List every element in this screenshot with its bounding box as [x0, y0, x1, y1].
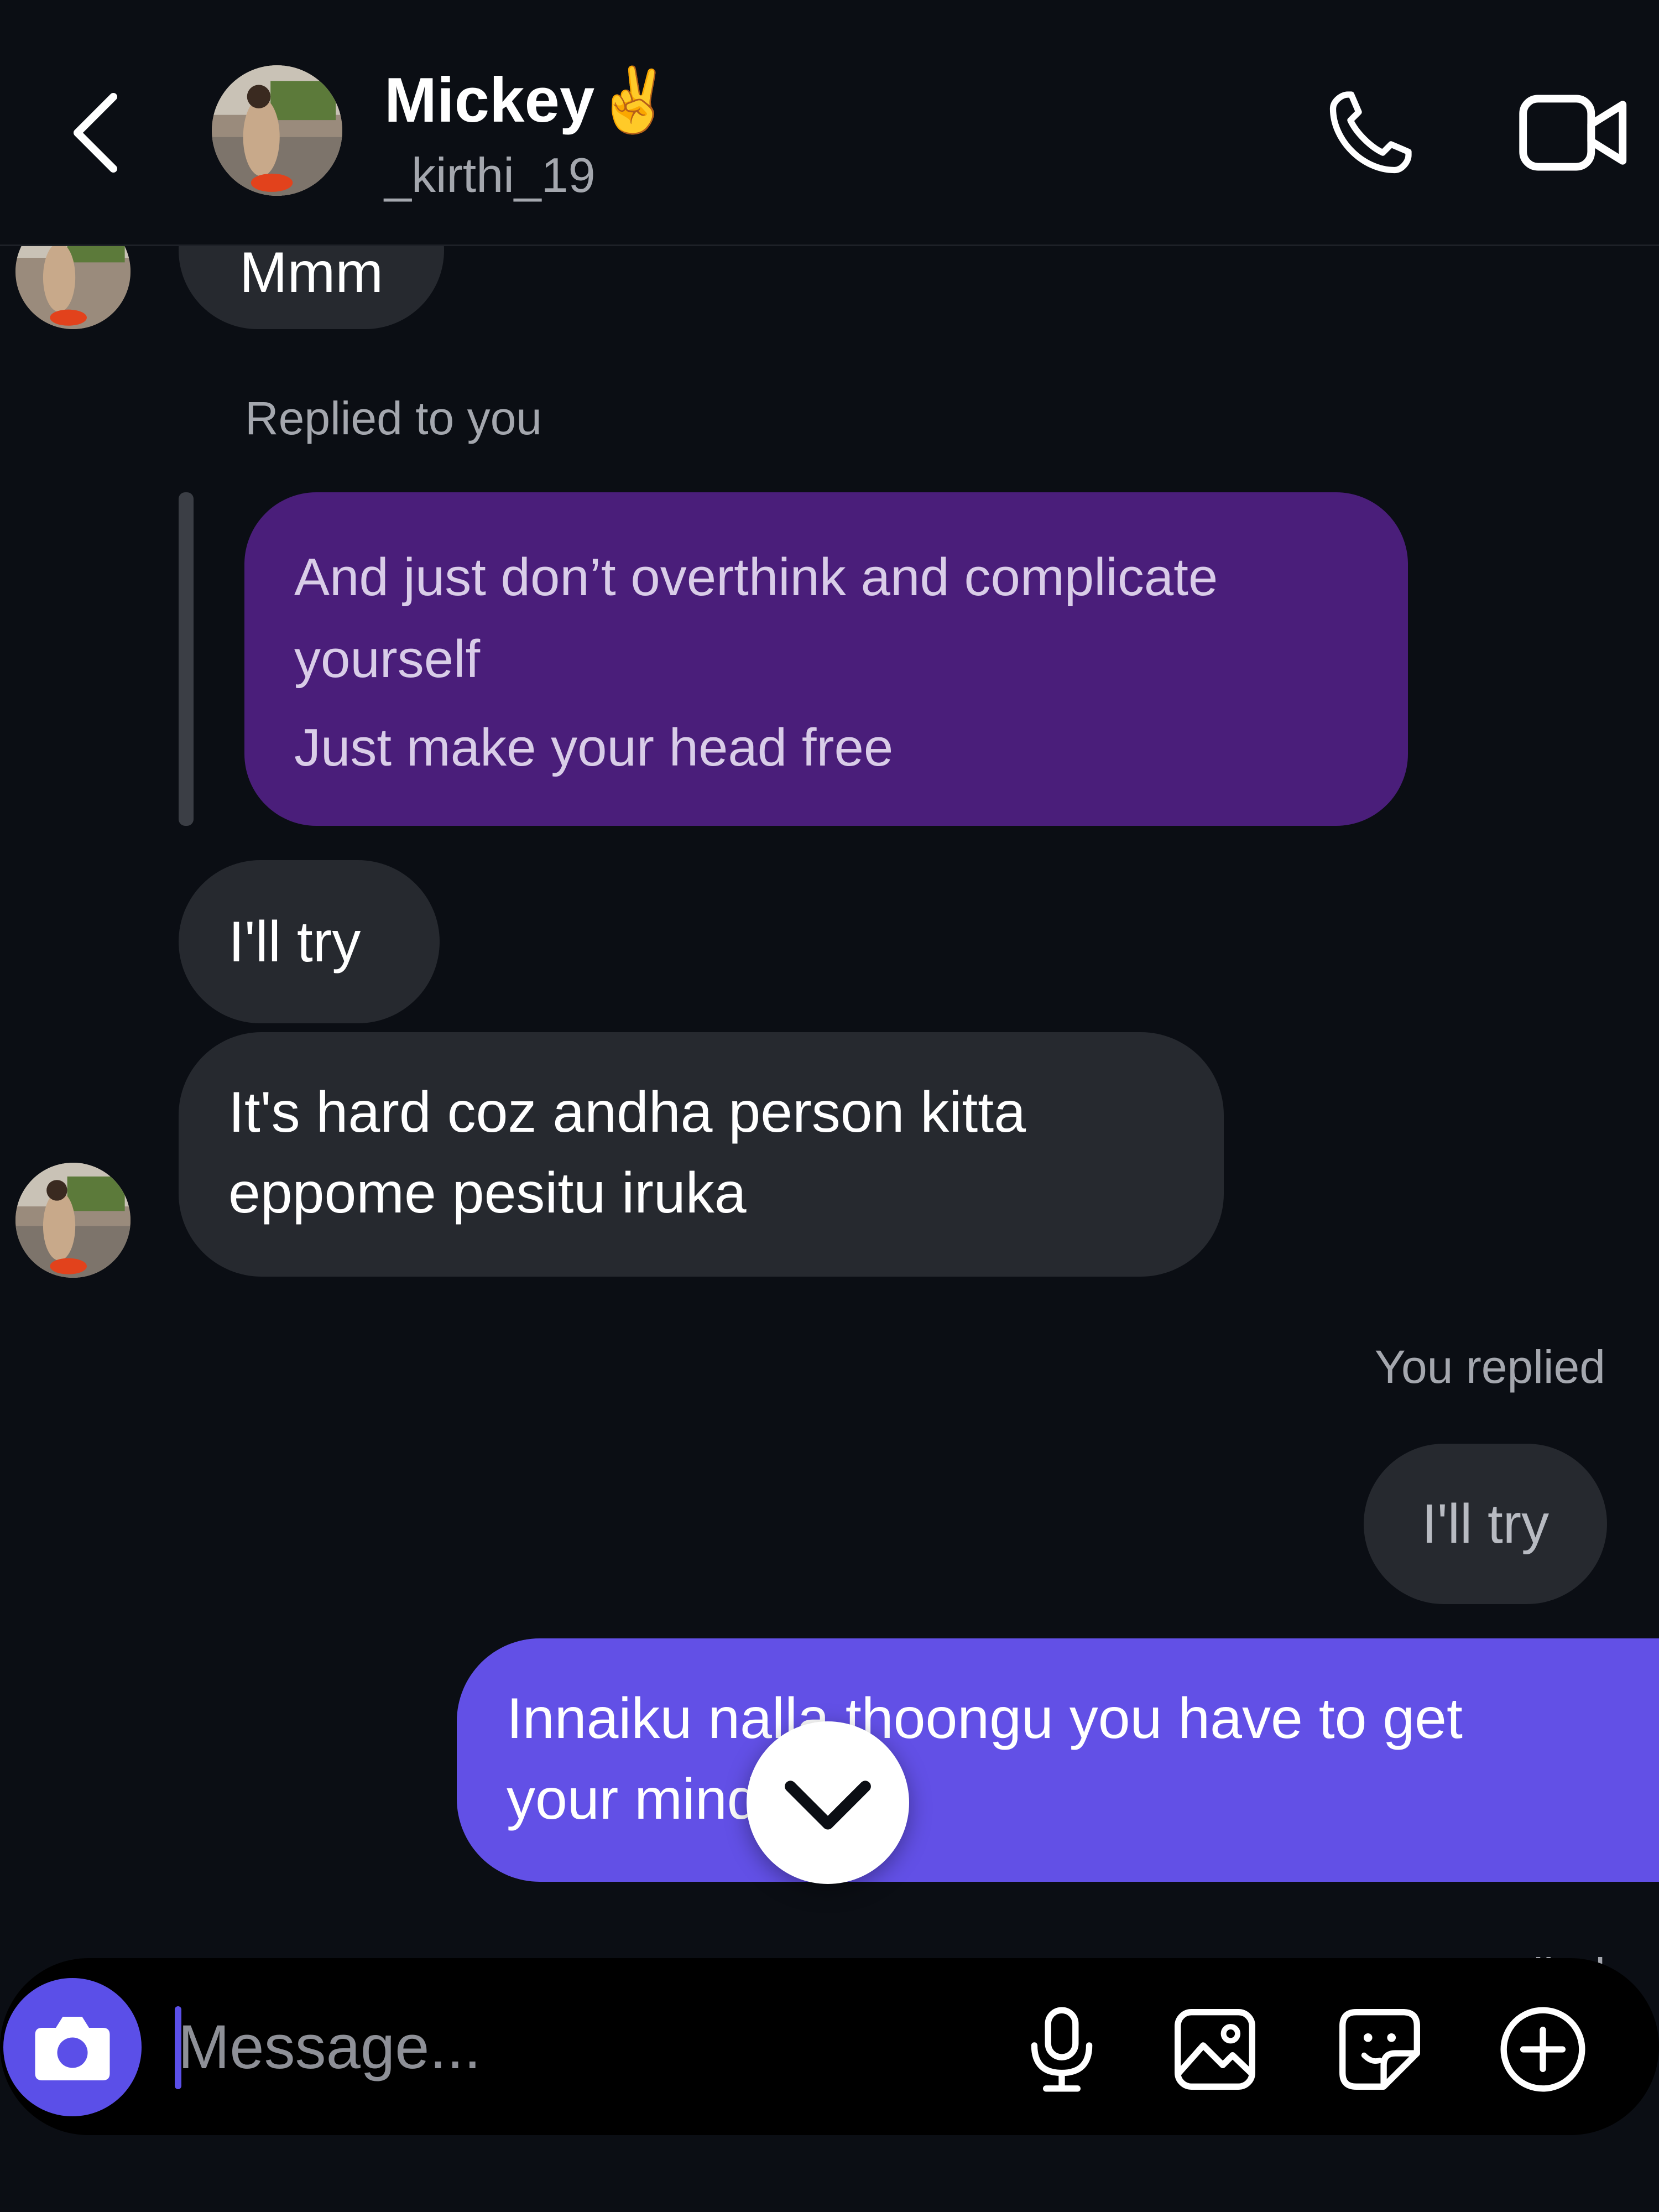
chevron-left-icon[interactable]: [66, 89, 127, 177]
contact-username[interactable]: _kirthi_19: [384, 145, 596, 206]
you-replied-label: You replied: [1374, 1341, 1605, 1393]
scroll-to-bottom-button[interactable]: [747, 1721, 909, 1884]
microphone-icon[interactable]: [1015, 2002, 1109, 2096]
message-line: It's hard coz andha person kitta: [228, 1080, 1026, 1144]
partial-message-clip: Mmm: [0, 246, 1659, 335]
message-input[interactable]: [178, 2002, 952, 2091]
contact-name[interactable]: Mickey✌️: [384, 62, 673, 139]
sender-avatar: [15, 246, 131, 329]
quoted-message-self[interactable]: I'll try: [1364, 1444, 1607, 1604]
phone-icon[interactable]: [1321, 83, 1420, 183]
avatar-photo: [212, 65, 342, 196]
message-line: eppome pesitu iruka: [228, 1161, 747, 1225]
camera-button[interactable]: [3, 1978, 142, 2116]
quoted-text: I'll try: [1421, 1493, 1550, 1555]
message-bubble-received[interactable]: It's hard coz andha person kitta eppome …: [179, 1032, 1224, 1277]
avatar-photo: [15, 1163, 131, 1278]
quoted-line: Just make your head free: [294, 718, 894, 777]
sticker-icon[interactable]: [1333, 2002, 1427, 2096]
camera-icon: [35, 2017, 110, 2080]
quoted-message[interactable]: And just don’t overthink and complicate …: [244, 492, 1408, 826]
quoted-line: And just don’t overthink and complicate: [294, 548, 1218, 607]
message-text: I'll try: [228, 909, 361, 974]
plus-circle-icon[interactable]: [1496, 2002, 1590, 2096]
message-line: Innaiku nalla thoongu you have to get: [507, 1687, 1463, 1751]
message-line: your mind free: [507, 1767, 874, 1831]
reply-indicator-bar: [179, 492, 194, 826]
reply-label: Replied to you: [245, 392, 542, 444]
message-bubble-received[interactable]: I'll try: [179, 860, 440, 1023]
quoted-line: yourself: [294, 629, 481, 689]
message-bubble-received[interactable]: Mmm: [179, 246, 444, 329]
sender-avatar[interactable]: [15, 1163, 131, 1278]
chevron-down-icon: [785, 1781, 871, 1830]
message-bubble-sent[interactable]: Innaiku nalla thoongu you have to get yo…: [457, 1638, 1659, 1882]
video-camera-icon[interactable]: [1518, 83, 1629, 183]
message-text: Mmm: [239, 246, 383, 305]
avatar-photo: [15, 246, 131, 329]
contact-avatar[interactable]: [212, 65, 342, 196]
image-icon[interactable]: [1168, 2002, 1262, 2096]
